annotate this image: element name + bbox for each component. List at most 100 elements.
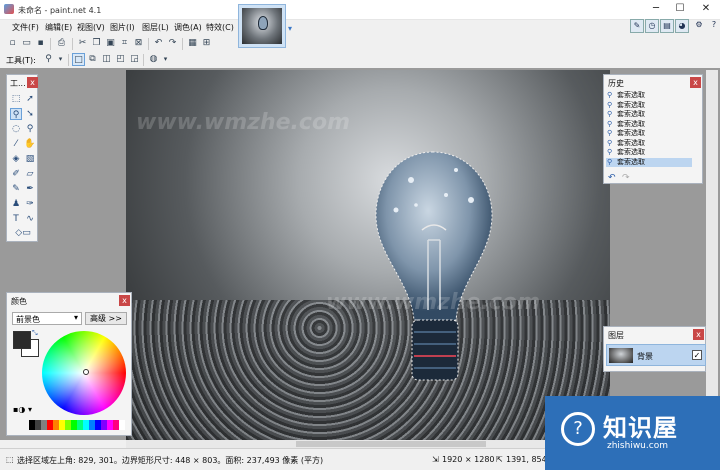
tools-toggle-icon[interactable]: ✎ (630, 19, 644, 33)
bulb-thumbnail-shape (258, 16, 268, 30)
ellipse-select-icon[interactable]: ◌ (10, 123, 22, 135)
selection-mode-intersect-icon[interactable]: ◰ (114, 53, 127, 66)
history-item[interactable]: ⚲ 套索选取 (606, 148, 692, 157)
paint-bucket-icon[interactable]: ◈ (10, 153, 22, 165)
image-size-icon: ⇲ (432, 455, 439, 464)
close-button[interactable]: ✕ (696, 2, 716, 16)
menu-edit[interactable]: 编辑(E) (45, 22, 72, 33)
rect-select-icon[interactable]: ⬚ (10, 93, 22, 105)
move-selected-icon[interactable]: ➚ (24, 93, 36, 105)
main-toolbar: ▫ ▭ ▪ ⎙ ✂ ❐ ▣ ⌗ ⊠ ↶ ↷ ▦ ⊞ (0, 36, 238, 52)
history-item[interactable]: ⚲ 套索选取 (606, 120, 692, 129)
minimize-button[interactable]: ─ (646, 2, 666, 16)
image-size: 1920 × 1280 (442, 455, 495, 464)
copy-icon[interactable]: ❐ (90, 37, 103, 50)
menu-layers[interactable]: 图层(L) (142, 22, 169, 33)
history-item[interactable]: ⚲ 套索选取 (606, 157, 692, 167)
layer-visibility-checkbox[interactable]: ✓ (692, 350, 702, 360)
gradient-icon[interactable]: ▧ (24, 153, 36, 165)
cut-icon[interactable]: ✂ (76, 37, 89, 50)
color-wheel-handle[interactable] (83, 369, 89, 375)
rulers-icon[interactable]: ⊞ (200, 37, 213, 50)
grid-icon[interactable]: ▦ (186, 37, 199, 50)
close-icon[interactable]: x (690, 77, 701, 88)
menu-image[interactable]: 图片(I) (110, 22, 135, 33)
menu-bar: 文件(F) 编辑(E) 视图(V) 图片(I) 图层(L) 调色(A) 特效(C… (0, 20, 238, 36)
settings-gear-icon[interactable]: ⚙ (692, 19, 706, 33)
chevron-down-icon[interactable]: ▾ (159, 53, 172, 66)
crop-icon[interactable]: ⌗ (118, 37, 131, 50)
line-curve-icon[interactable]: ∿ (24, 213, 36, 225)
close-icon[interactable]: x (27, 77, 38, 88)
redo-icon[interactable]: ↷ (622, 173, 630, 183)
selection-info: 选择区域左上角: 829, 301。边界矩形尺寸: 448 × 803。面积: … (17, 456, 324, 465)
recolor-icon[interactable]: ✑ (24, 198, 36, 210)
text-icon[interactable]: T (10, 213, 22, 225)
menu-effects[interactable]: 特效(C) (206, 22, 234, 33)
tool-label: 工具(T): (6, 56, 36, 65)
history-item[interactable]: ⚲ 套索选取 (606, 129, 692, 138)
swap-colors-icon[interactable]: ⤡ (32, 329, 38, 338)
history-item-label: 套索选取 (617, 110, 645, 118)
history-item[interactable]: ⚲ 套索选取 (606, 101, 692, 110)
advanced-button[interactable]: 高级 >> (85, 312, 127, 325)
deselect-icon[interactable]: ⊠ (132, 37, 145, 50)
palette-menu-icon[interactable]: ▪◑ ▾ (13, 405, 32, 414)
pan-icon[interactable]: ✋ (24, 138, 36, 150)
selection-mode-replace-icon[interactable]: □ (72, 53, 85, 66)
lasso-select-icon[interactable]: ⚲ (10, 108, 22, 120)
lasso-icon: ⚲ (607, 148, 613, 156)
maximize-button[interactable]: ☐ (670, 2, 690, 16)
primary-color-swatch[interactable] (13, 331, 31, 349)
close-icon[interactable]: x (693, 329, 704, 340)
selection-mode-invert-icon[interactable]: ◲ (128, 53, 141, 66)
history-item[interactable]: ⚲ 套索选取 (606, 139, 692, 148)
history-item-label: 套索选取 (617, 138, 645, 147)
image-tab-thumbnail[interactable] (238, 4, 286, 48)
vertical-scrollbar[interactable] (706, 70, 718, 440)
eraser-icon[interactable]: ▱ (24, 168, 36, 180)
print-icon[interactable]: ⎙ (55, 37, 68, 50)
zoom-icon[interactable]: ⚲ (24, 123, 36, 135)
menu-file[interactable]: 文件(F) (12, 22, 39, 33)
layers-toggle-icon[interactable]: ▤ (660, 19, 674, 33)
selection-mode-exclude-icon[interactable]: ◫ (100, 53, 113, 66)
help-icon[interactable]: ? (707, 19, 720, 33)
history-item-label: 套索选取 (617, 129, 645, 137)
color-mode-select[interactable]: 前景色 ▾ (12, 312, 82, 325)
history-panel-title: 历史 (608, 79, 624, 88)
window-title: 未命名 - paint.net 4.1 (18, 6, 102, 15)
pencil-icon[interactable]: ✎ (10, 183, 22, 195)
color-mode-value: 前景色 (16, 315, 40, 324)
history-toggle-icon[interactable]: ◷ (645, 19, 659, 33)
layer-row-background[interactable]: 背景 ✓ (606, 344, 706, 366)
undo-icon[interactable]: ↶ (152, 37, 165, 50)
history-item[interactable]: ⚲ 套索选取 (606, 91, 692, 100)
new-file-icon[interactable]: ▫ (6, 37, 19, 50)
clone-stamp-icon[interactable]: ♟ (10, 198, 22, 210)
paste-icon[interactable]: ▣ (104, 37, 117, 50)
selection-mode-union-icon[interactable]: ⧉ (86, 53, 99, 66)
menu-view[interactable]: 视图(V) (77, 22, 105, 33)
shapes-icon[interactable]: ◇▭ (13, 227, 33, 239)
save-icon[interactable]: ▪ (34, 37, 47, 50)
tab-scroll-icon[interactable]: ▾ (288, 24, 292, 33)
history-item[interactable]: ⚲ 套索选取 (606, 110, 692, 119)
menu-adjustments[interactable]: 调色(A) (174, 22, 202, 33)
history-item-label: 套索选取 (617, 91, 645, 99)
move-selection-icon[interactable]: ➘ (24, 108, 36, 120)
chevron-down-icon[interactable]: ▾ (54, 53, 67, 66)
open-file-icon[interactable]: ▭ (20, 37, 33, 50)
undo-icon[interactable]: ↶ (608, 173, 616, 183)
canvas-image[interactable]: www.wmzhe.com www.wmzhe.com (126, 70, 610, 440)
redo-icon[interactable]: ↷ (166, 37, 179, 50)
colors-toggle-icon[interactable]: ◕ (675, 19, 689, 33)
watermark-logo: ? 知识屋 zhishiwu.com (545, 396, 720, 470)
magic-wand-icon[interactable]: ⁄ (10, 138, 22, 150)
cursor-position: 1391, 854 (506, 455, 547, 464)
scroll-thumb[interactable] (296, 441, 486, 447)
paintbrush-icon[interactable]: ✐ (10, 168, 22, 180)
palette-swatch[interactable] (119, 420, 125, 430)
color-picker-icon[interactable]: ✒ (24, 183, 36, 195)
close-icon[interactable]: x (119, 295, 130, 306)
